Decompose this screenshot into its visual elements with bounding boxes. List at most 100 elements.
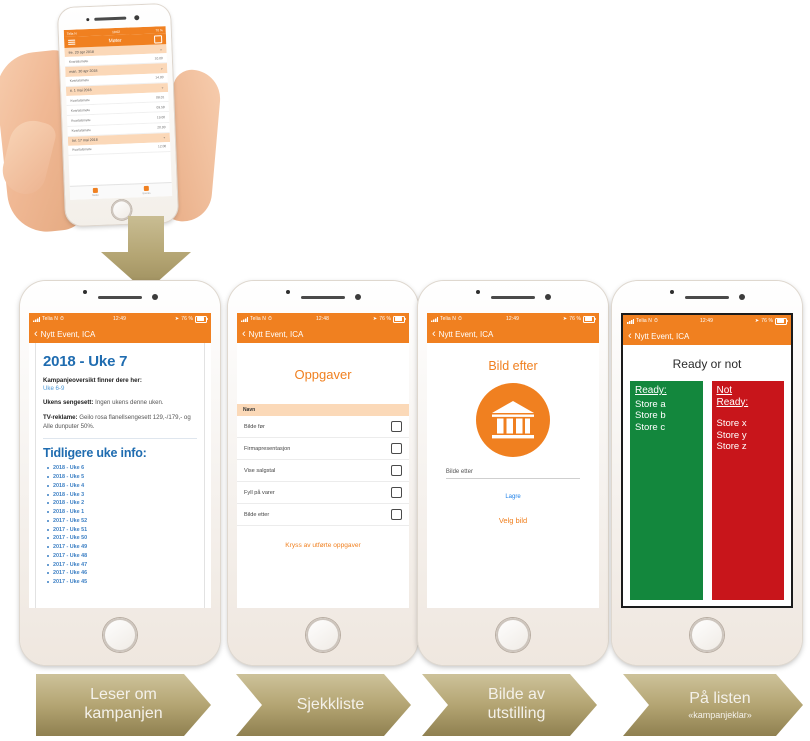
proximity-sensor-icon: [86, 17, 90, 21]
back-chevron-icon[interactable]: ‹: [628, 330, 632, 342]
task-checkbox[interactable]: [391, 443, 402, 454]
previous-week-link[interactable]: 2018 - Uke 4: [47, 482, 197, 491]
held-phone: Telia N 10:02 70 % Møter fre. 20 apr 201…: [57, 3, 179, 227]
phone-c-screen: Telia N ⏱ 12:49 ➤ 76 % ‹ Nytt Event, ICA B…: [427, 313, 599, 608]
phone-a-sensor-icon: [83, 290, 87, 294]
phone-c-time: 12:49: [505, 316, 519, 322]
held-tab-bar[interactable]: Møter Events: [69, 181, 173, 200]
task-label: Fyll på varer: [244, 489, 275, 496]
previous-week-link[interactable]: 2017 - Uke 50: [47, 534, 197, 543]
chevron-down-icon[interactable]: ⌄: [161, 86, 164, 90]
phone-b-home-button[interactable]: [306, 618, 340, 652]
phone-c-front-camera-icon: [545, 294, 551, 300]
phone-c-home-button[interactable]: [496, 618, 530, 652]
meeting-time: 14.00: [155, 75, 164, 80]
banner-2-text: Sjekkliste: [297, 696, 365, 715]
meeting-list[interactable]: fre. 20 apr 2018 ⌄ Kvartalsmøte 10.00 man. 3…: [64, 44, 171, 156]
tab-moter[interactable]: Møter: [70, 185, 121, 200]
task-checkbox[interactable]: [391, 421, 402, 432]
pick-image-button[interactable]: Velg bild: [499, 516, 527, 525]
meeting-day-label: ti. 1 mai 2018: [69, 88, 92, 94]
phone-b-body: Oppgaver Navn Bilde før Firmapresentasjon…: [237, 343, 409, 608]
phone-a-home-button[interactable]: [103, 618, 137, 652]
tab-events[interactable]: Events: [121, 183, 172, 198]
meeting-day-label: fre. 20 apr 2018: [68, 49, 94, 55]
phone-b-battery: 76 %: [379, 316, 391, 322]
location-icon: ➤: [754, 318, 760, 324]
previous-week-link[interactable]: 2018 - Uke 6: [47, 464, 197, 473]
banner-4-text: På listen «kampanjeklar»: [688, 690, 752, 720]
phone-c-bild-efter: Telia N ⏱ 12:49 ➤ 76 % ‹ Nytt Event, ICA B…: [418, 281, 608, 665]
previous-week-link[interactable]: 2017 - Uke 46: [47, 569, 197, 578]
bed-value: Ingen ukens denne uken.: [93, 399, 164, 406]
task-column-header: Navn: [237, 404, 409, 416]
phone-d-earpiece: [685, 296, 729, 299]
banner-4-line1: På listen: [689, 689, 751, 707]
banner-1-line1: Leser om: [90, 686, 157, 704]
task-label: Bilde etter: [244, 511, 270, 518]
phone-a-screen: Telia N ⏱ 12:49 ➤ 76 % ‹ Nytt Event, ICA 2…: [29, 313, 211, 608]
back-chevron-icon[interactable]: ‹: [34, 328, 38, 340]
previous-week-link[interactable]: 2017 - Uke 52: [47, 517, 197, 526]
wifi-icon: ⏱: [457, 316, 462, 322]
back-chevron-icon[interactable]: ‹: [242, 328, 246, 340]
task-row[interactable]: Bilde før: [237, 416, 409, 438]
signal-icon: [33, 316, 40, 322]
oppgaver-title: Oppgaver: [294, 367, 352, 382]
banner-4-sub: «kampanjeklar»: [688, 709, 752, 720]
meeting-title: Kvartalsmøte: [68, 58, 89, 64]
task-row[interactable]: Firmapresentasjon: [237, 438, 409, 460]
phone-d-carrier: Telia N: [636, 318, 652, 324]
overview-link[interactable]: Uke 6-9: [43, 385, 197, 392]
phone-a-nav-title: Nytt Event, ICA: [40, 329, 96, 339]
banner-bilde-av-utstilling: Bilde av utstilling: [422, 674, 597, 736]
phone-d-home-button[interactable]: [690, 618, 724, 652]
previous-week-link[interactable]: 2017 - Uke 49: [47, 543, 197, 552]
held-battery: 70 %: [155, 27, 163, 32]
task-row[interactable]: Vise salgstal: [237, 460, 409, 482]
meeting-title: Kvartalsmøte: [72, 147, 92, 153]
task-row[interactable]: Bilde etter: [237, 504, 409, 526]
phone-a-body: 2018 - Uke 7 Kampanjeoversikt finner der…: [29, 343, 211, 608]
image-name-input[interactable]: Bilde etter: [445, 469, 581, 479]
task-label: Bilde før: [244, 423, 265, 430]
held-time: 10:02: [111, 29, 121, 34]
task-checkbox[interactable]: [391, 487, 402, 498]
previous-week-link[interactable]: 2017 - Uke 45: [47, 578, 197, 587]
task-checkbox[interactable]: [391, 465, 402, 476]
not-ready-heading: Not Ready:: [716, 385, 749, 408]
wifi-icon: ⏱: [653, 318, 658, 324]
previous-week-link[interactable]: 2018 - Uke 3: [47, 491, 197, 500]
phone-c-carrier: Telia N: [440, 316, 456, 322]
previous-week-link[interactable]: 2018 - Uke 2: [47, 499, 197, 508]
chevron-down-icon[interactable]: ⌄: [163, 135, 166, 139]
compose-icon[interactable]: [153, 34, 163, 44]
previous-week-link[interactable]: 2017 - Uke 47: [47, 561, 197, 570]
task-checkbox[interactable]: [391, 509, 402, 520]
location-icon: ➤: [174, 316, 180, 322]
chevron-down-icon[interactable]: ⌄: [160, 66, 163, 70]
battery-icon: [774, 317, 788, 325]
phone-b-status-bar: Telia N ⏱ 12:48 ➤ 76 %: [237, 313, 409, 325]
chevron-down-icon[interactable]: ⌄: [159, 47, 162, 51]
save-link[interactable]: Lagre: [505, 494, 520, 500]
meeting-title: Kvartalsmøte: [69, 78, 90, 83]
banner-leser-om-kampanjen: Leser om kampanjen: [36, 674, 211, 736]
task-row[interactable]: Fyll på varer: [237, 482, 409, 504]
previous-week-link[interactable]: 2018 - Uke 5: [47, 473, 197, 482]
overview-label: Kampanjeoversikt finner dere her:: [43, 377, 142, 384]
previous-week-link[interactable]: 2018 - Uke 1: [47, 508, 197, 517]
previous-week-link[interactable]: 2017 - Uke 48: [47, 552, 197, 561]
phone-b-nav-title: Nytt Event, ICA: [248, 329, 304, 339]
previous-weeks-list[interactable]: 2018 - Uke 6 2018 - Uke 5 2018 - Uke 4 2018…: [43, 464, 197, 587]
kampanje-card: 2018 - Uke 7 Kampanjeoversikt finner der…: [35, 343, 205, 608]
location-icon: ➤: [372, 316, 378, 322]
banner-1-text: Leser om kampanjen: [84, 686, 162, 724]
back-chevron-icon[interactable]: ‹: [432, 328, 436, 340]
phone-b-front-camera-icon: [355, 294, 361, 300]
hamburger-icon[interactable]: [68, 39, 76, 46]
previous-week-link[interactable]: 2017 - Uke 51: [47, 526, 197, 535]
task-list[interactable]: Bilde før Firmapresentasjon Vise salgstal F…: [237, 416, 409, 526]
banner-1-line2: kampanjen: [84, 705, 163, 722]
meeting-time: 12.00: [157, 144, 167, 149]
